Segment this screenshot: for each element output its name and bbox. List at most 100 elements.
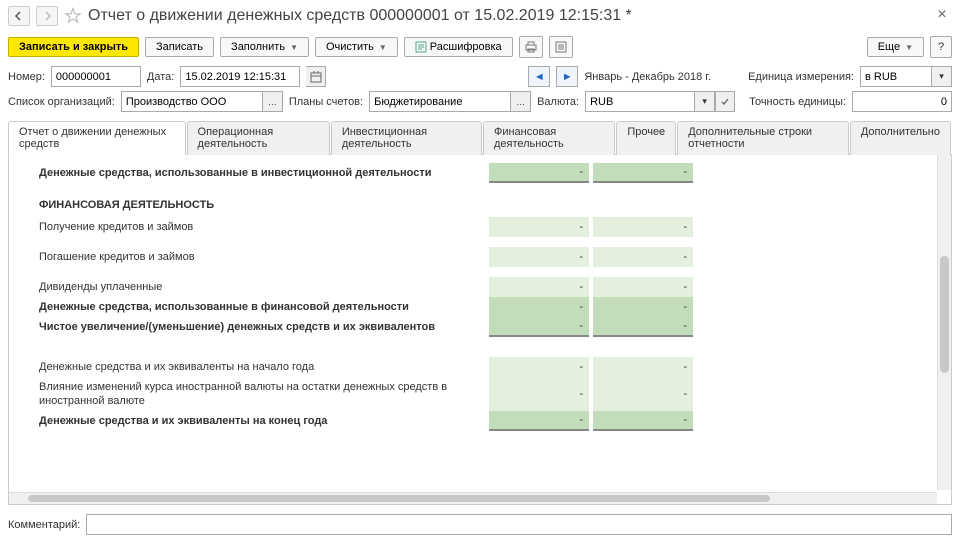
tab-bar: Отчет о движении денежных средствОпераци… xyxy=(8,120,952,155)
report-body: Денежные средства, использованные в инве… xyxy=(9,155,935,490)
number-label: Номер: xyxy=(8,71,45,83)
write-label: Записать xyxy=(156,41,203,53)
report-row-label: Дивиденды уплаченные xyxy=(9,277,489,297)
report-cell[interactable]: - xyxy=(489,317,589,337)
page-title: Отчет о движении денежных средств 000000… xyxy=(88,7,926,25)
favorite-star-icon[interactable] xyxy=(64,7,82,25)
report-row: Денежные средства, использованные в инве… xyxy=(9,163,935,183)
report-cell[interactable]: - xyxy=(489,277,589,297)
write-close-label: Записать и закрыть xyxy=(19,41,128,53)
fill-button[interactable]: Заполнить ▼ xyxy=(220,37,309,57)
report-row-label: Денежные средства, использованные в инве… xyxy=(9,163,489,183)
decode-button[interactable]: Расшифровка xyxy=(404,37,513,57)
report-cell[interactable]: - xyxy=(593,163,693,183)
report-row-label: Чистое увеличение/(уменьшение) денежных … xyxy=(9,317,489,337)
calendar-button[interactable] xyxy=(306,66,326,87)
tab-2[interactable]: Инвестиционная деятельность xyxy=(331,121,482,155)
orgs-field[interactable] xyxy=(121,91,263,112)
report-row: Денежные средства и их эквиваленты на на… xyxy=(9,357,935,377)
tab-5[interactable]: Дополнительные строки отчетности xyxy=(677,121,849,155)
report-cell[interactable]: - xyxy=(593,247,693,267)
plans-field[interactable] xyxy=(369,91,511,112)
chevron-down-icon: ▼ xyxy=(905,43,913,52)
title-bar: Отчет о движении денежных средств 000000… xyxy=(0,0,960,32)
decode-label: Расшифровка xyxy=(430,41,502,53)
period-text: Январь - Декабрь 2018 г. xyxy=(584,71,711,83)
tab-3[interactable]: Финансовая деятельность xyxy=(483,121,615,155)
unit-dropdown-button[interactable]: ▾ xyxy=(932,66,952,87)
unit-field[interactable] xyxy=(860,66,932,87)
period-prev-button[interactable]: ◄ xyxy=(528,66,550,87)
currency-open-button[interactable] xyxy=(715,91,735,112)
nav-back-button[interactable] xyxy=(8,6,30,26)
export-button[interactable] xyxy=(549,36,573,58)
print-button[interactable] xyxy=(519,36,543,58)
write-and-close-button[interactable]: Записать и закрыть xyxy=(8,37,139,57)
comment-label: Комментарий: xyxy=(8,519,80,531)
precision-field[interactable] xyxy=(852,91,952,112)
fill-label: Заполнить xyxy=(231,41,285,53)
report-cell[interactable]: - xyxy=(593,277,693,297)
report-cell[interactable]: - xyxy=(489,217,589,237)
tab-0[interactable]: Отчет о движении денежных средств xyxy=(8,121,186,155)
report-row: Погашение кредитов и займов-- xyxy=(9,247,935,267)
orgs-label: Список организаций: xyxy=(8,96,115,108)
report-cell[interactable]: - xyxy=(489,377,589,411)
report-row: Денежные средства и их эквиваленты на ко… xyxy=(9,411,935,431)
report-cell[interactable]: - xyxy=(593,411,693,431)
write-button[interactable]: Записать xyxy=(145,37,214,57)
report-row: Получение кредитов и займов-- xyxy=(9,217,935,237)
report-cell[interactable]: - xyxy=(593,357,693,377)
report-cell[interactable]: - xyxy=(593,317,693,337)
tab-4[interactable]: Прочее xyxy=(616,121,676,155)
plans-select-button[interactable]: … xyxy=(511,91,531,112)
report-cell[interactable]: - xyxy=(593,377,693,411)
report-cell[interactable]: - xyxy=(593,297,693,317)
report-section-header: ФИНАНСОВАЯ ДЕЯТЕЛЬНОСТЬ xyxy=(9,193,935,217)
report-row-label: Денежные средства и их эквиваленты на на… xyxy=(9,357,489,377)
orgs-select-button[interactable]: … xyxy=(263,91,283,112)
report-row-label: Влияние изменений курса иностранной валю… xyxy=(9,377,489,411)
date-label: Дата: xyxy=(147,71,174,83)
number-field[interactable] xyxy=(51,66,141,87)
report-cell[interactable]: - xyxy=(489,163,589,183)
close-button[interactable]: × xyxy=(932,6,952,26)
report-cell[interactable]: - xyxy=(489,247,589,267)
more-label: Еще xyxy=(878,41,900,53)
more-button[interactable]: Еще ▼ xyxy=(867,37,924,57)
vertical-scrollbar[interactable] xyxy=(937,155,951,490)
report-cell[interactable]: - xyxy=(593,217,693,237)
currency-label: Валюта: xyxy=(537,96,579,108)
report-row: Чистое увеличение/(уменьшение) денежных … xyxy=(9,317,935,337)
report-row-label: Денежные средства, использованные в фина… xyxy=(9,297,489,317)
tab-6[interactable]: Дополнительно xyxy=(850,121,951,155)
filter-panel: Номер: Дата: ◄ ► Январь - Декабрь 2018 г… xyxy=(0,62,960,120)
report-cell[interactable]: - xyxy=(489,411,589,431)
currency-field[interactable] xyxy=(585,91,695,112)
chevron-down-icon: ▼ xyxy=(290,43,298,52)
report-row-label: Погашение кредитов и займов xyxy=(9,247,489,267)
plans-label: Планы счетов: xyxy=(289,96,363,108)
currency-dropdown-button[interactable]: ▾ xyxy=(695,91,715,112)
report-row: Влияние изменений курса иностранной валю… xyxy=(9,377,935,411)
report-icon xyxy=(415,41,427,53)
report-cell[interactable]: - xyxy=(489,357,589,377)
horizontal-scrollbar[interactable] xyxy=(9,492,937,504)
clear-button[interactable]: Очистить ▼ xyxy=(315,37,398,57)
clear-label: Очистить xyxy=(326,41,374,53)
chevron-down-icon: ▼ xyxy=(379,43,387,52)
date-field[interactable] xyxy=(180,66,300,87)
comment-field[interactable] xyxy=(86,514,952,535)
scroll-thumb[interactable] xyxy=(28,495,770,502)
tab-1[interactable]: Операционная деятельность xyxy=(187,121,330,155)
scroll-thumb[interactable] xyxy=(940,256,949,373)
report-row-label: Денежные средства и их эквиваленты на ко… xyxy=(9,411,489,431)
report-row-label: Получение кредитов и займов xyxy=(9,217,489,237)
report-cell[interactable]: - xyxy=(489,297,589,317)
period-next-button[interactable]: ► xyxy=(556,66,578,87)
report-area: Денежные средства, использованные в инве… xyxy=(8,155,952,505)
precision-label: Точность единицы: xyxy=(749,96,846,108)
nav-forward-button[interactable] xyxy=(36,6,58,26)
help-button[interactable]: ? xyxy=(930,36,952,58)
toolbar: Записать и закрыть Записать Заполнить ▼ О… xyxy=(0,32,960,62)
